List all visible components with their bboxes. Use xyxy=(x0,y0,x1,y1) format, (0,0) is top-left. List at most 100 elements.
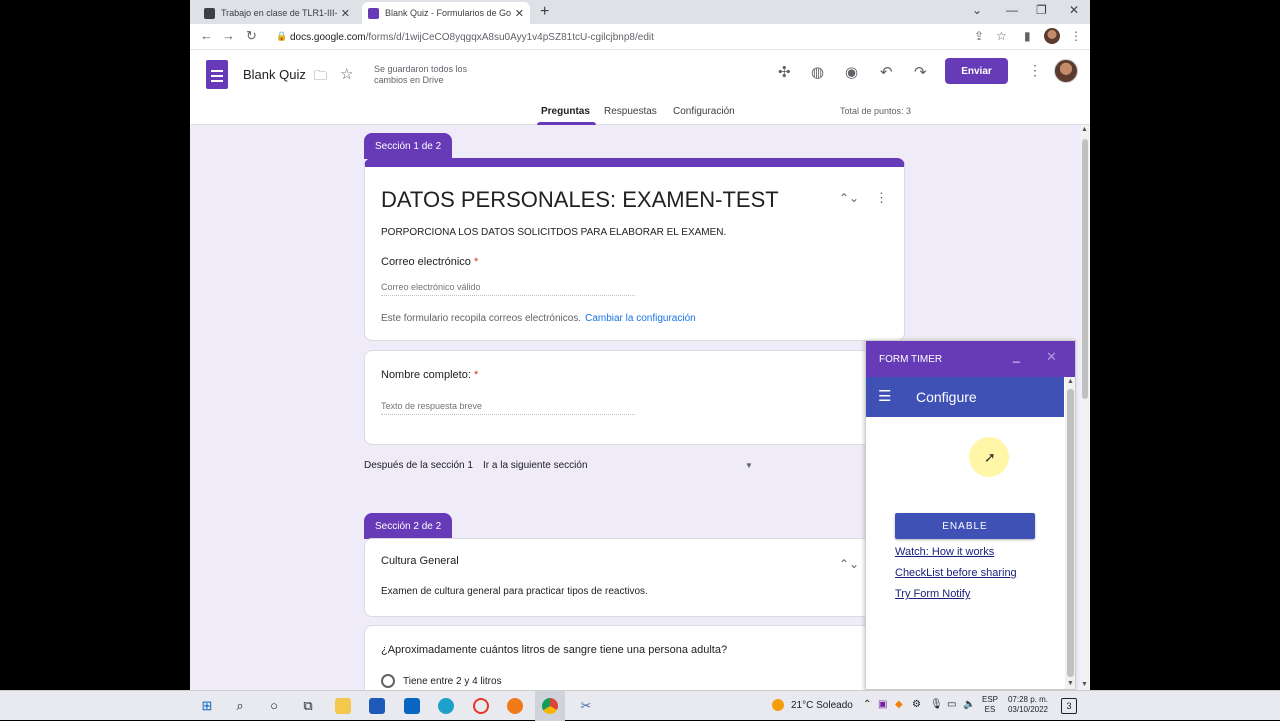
tab-blank-quiz[interactable]: Blank Quiz - Formularios de Google ✕ xyxy=(362,2,530,24)
forms-header: Blank Quiz 🗀 ☆ Se guardaron todos los ca… xyxy=(190,50,1090,125)
section-2-description[interactable]: Examen de cultura general para practicar… xyxy=(381,586,648,597)
network-icon[interactable]: ▭ xyxy=(947,699,956,710)
edge-icon[interactable] xyxy=(438,698,454,714)
close-tab-icon[interactable]: ✕ xyxy=(341,7,350,20)
collapse-section-icon[interactable]: ⌃⌄ xyxy=(839,557,859,571)
firefox-icon[interactable] xyxy=(507,698,523,714)
chrome-icon[interactable] xyxy=(542,698,558,714)
snipping-tool-icon[interactable]: ✂ xyxy=(578,698,594,714)
clock[interactable]: 07:28 p. m. 03/10/2022 xyxy=(1003,695,1053,715)
side-panel-icon[interactable]: ▮ xyxy=(1024,29,1031,43)
scroll-up-icon[interactable]: ▲ xyxy=(1067,378,1074,385)
close-window-icon[interactable]: ✕ xyxy=(1069,3,1079,17)
scroll-down-icon[interactable]: ▼ xyxy=(1081,681,1088,688)
windows-start-icon[interactable]: ⊞ xyxy=(199,698,215,714)
required-asterisk: * xyxy=(473,369,479,381)
change-settings-link[interactable]: Cambiar la configuración xyxy=(585,313,696,324)
account-avatar[interactable] xyxy=(1054,59,1078,83)
cortana-icon[interactable]: ○ xyxy=(266,698,282,714)
star-icon[interactable]: ☆ xyxy=(340,65,353,83)
tab-respuestas[interactable]: Respuestas xyxy=(604,106,657,117)
name-question-label: Nombre completo: * xyxy=(381,369,478,381)
enable-button[interactable]: ENABLE xyxy=(895,513,1035,539)
section-1-description[interactable]: PORPORCIONA LOS DATOS SOLICITDOS PARA EL… xyxy=(381,227,726,238)
tab-configuracion[interactable]: Configuración xyxy=(673,106,735,117)
more-options-icon[interactable]: ⋮ xyxy=(1028,62,1042,79)
mail-icon[interactable] xyxy=(404,698,420,714)
question-title[interactable]: ¿Aproximadamente cuántos litros de sangr… xyxy=(381,644,727,656)
section-1-title[interactable]: DATOS PERSONALES: EXAMEN-TEST xyxy=(381,187,779,213)
volume-icon[interactable]: 🔈 xyxy=(963,699,975,710)
tab-strip: Trabajo en clase de TLR1-III-2022 ✕ Blan… xyxy=(190,0,1090,24)
tab-title: Trabajo en clase de TLR1-III-2022 xyxy=(221,8,337,18)
section-1-header-card[interactable]: DATOS PERSONALES: EXAMEN-TEST ⌃⌄ ⋮ PORPO… xyxy=(364,158,905,341)
new-tab-icon[interactable]: + xyxy=(540,3,549,21)
search-icon[interactable]: ⌕ xyxy=(232,698,248,714)
email-note-text: Este formulario recopila correos electró… xyxy=(381,313,582,324)
minimize-panel-icon[interactable]: _ xyxy=(1013,349,1020,363)
weather-text[interactable]: 21°C Soleado xyxy=(791,700,853,711)
store-icon[interactable] xyxy=(369,698,385,714)
email-question-label: Correo electrónico * xyxy=(381,256,478,268)
close-tab-icon[interactable]: ✕ xyxy=(515,7,524,20)
checklist-link[interactable]: CheckList before sharing xyxy=(895,567,1017,579)
forward-icon[interactable]: → xyxy=(222,28,235,43)
tray-app-icon[interactable]: ▣ xyxy=(878,699,887,710)
microphone-icon[interactable]: 🎙 xyxy=(930,699,943,710)
palette-icon[interactable]: ◍ xyxy=(811,63,824,81)
scrollbar-thumb[interactable] xyxy=(1082,139,1088,399)
section-2-header-card[interactable]: Cultura General ⌃⌄ Examen de cultura gen… xyxy=(364,538,905,617)
undo-icon[interactable]: ↶ xyxy=(880,63,893,81)
document-title[interactable]: Blank Quiz xyxy=(243,67,306,82)
section-2-title[interactable]: Cultura General xyxy=(381,555,459,567)
scroll-down-icon[interactable]: ▼ xyxy=(1067,680,1074,687)
tab-preguntas[interactable]: Preguntas xyxy=(537,106,596,125)
panel-scrollbar[interactable]: ▲ ▼ xyxy=(1065,377,1075,689)
blood-question-card[interactable]: ¿Aproximadamente cuántos litros de sangr… xyxy=(364,625,905,690)
show-hidden-icons-icon[interactable]: ⌃ xyxy=(863,699,871,710)
tray-app-icon[interactable]: ◆ xyxy=(895,699,903,710)
notifications-icon[interactable]: 3 xyxy=(1061,698,1077,714)
lock-icon: 🔒 xyxy=(276,31,288,41)
google-forms-logo-icon[interactable] xyxy=(206,60,228,89)
option-radio[interactable] xyxy=(381,674,395,688)
language-indicator[interactable]: ESP ES xyxy=(981,695,999,715)
bookmark-star-icon[interactable]: ☆ xyxy=(996,29,1007,43)
preview-eye-icon[interactable]: ◉ xyxy=(845,63,858,81)
tab-search-icon[interactable]: ⌄ xyxy=(972,3,982,17)
address-bar[interactable]: 🔒 docs.google.com/forms/d/1wijCeCO8yqgqx… xyxy=(270,27,1005,47)
weather-sun-icon xyxy=(772,699,784,711)
dropdown-arrow-icon[interactable]: ▼ xyxy=(745,461,753,470)
tab-trabajo-en-clase[interactable]: Trabajo en clase de TLR1-III-2022 ✕ xyxy=(198,2,356,24)
section-menu-icon[interactable]: ⋮ xyxy=(875,190,888,206)
clock-date: 03/10/2022 xyxy=(1007,705,1049,714)
tray-app-icon[interactable]: ⚙ xyxy=(912,699,921,710)
scroll-up-icon[interactable]: ▲ xyxy=(1081,126,1088,133)
page-scrollbar[interactable]: ▲ ▼ xyxy=(1080,125,1090,690)
name-question-card[interactable]: Nombre completo: * Texto de respuesta br… xyxy=(364,350,905,445)
back-icon[interactable]: ← xyxy=(200,28,213,43)
hamburger-menu-icon[interactable]: ☰ xyxy=(878,387,891,405)
task-view-icon[interactable]: ⧉ xyxy=(300,698,316,714)
file-explorer-icon[interactable] xyxy=(335,698,351,714)
try-form-notify-link[interactable]: Try Form Notify xyxy=(895,588,970,600)
browser-profile-avatar[interactable] xyxy=(1044,28,1060,44)
after-section-dropdown[interactable]: Ir a la siguiente sección xyxy=(483,460,588,471)
send-button[interactable]: Enviar xyxy=(945,58,1008,84)
browser-menu-icon[interactable]: ⋮ xyxy=(1070,29,1082,43)
close-panel-icon[interactable]: ✕ xyxy=(1046,349,1057,365)
email-field: Correo electrónico válido xyxy=(381,282,635,296)
reload-icon[interactable]: ↻ xyxy=(246,28,257,44)
folder-icon[interactable]: 🗀 xyxy=(314,67,327,89)
addons-puzzle-icon[interactable]: ✣ xyxy=(778,63,791,81)
watch-how-it-works-link[interactable]: Watch: How it works xyxy=(895,546,994,558)
scrollbar-thumb[interactable] xyxy=(1067,389,1074,677)
restore-icon[interactable]: ❐ xyxy=(1036,3,1047,17)
share-icon[interactable]: ⇪ xyxy=(974,29,984,43)
minimize-icon[interactable]: — xyxy=(1006,3,1018,17)
option-text[interactable]: Tiene entre 2 y 4 litros xyxy=(403,676,502,687)
redo-icon[interactable]: ↷ xyxy=(914,63,927,81)
opera-icon[interactable] xyxy=(473,698,489,714)
collapse-section-icon[interactable]: ⌃⌄ xyxy=(839,191,859,205)
required-asterisk: * xyxy=(473,256,479,268)
